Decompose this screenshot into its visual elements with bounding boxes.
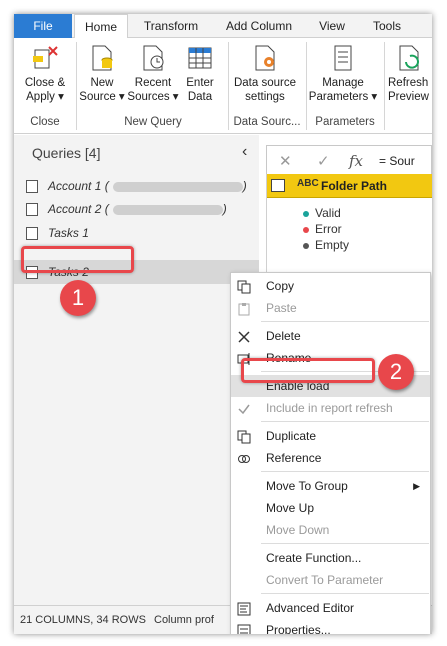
table-icon <box>26 227 38 241</box>
collapse-chevron-icon[interactable]: ‹ <box>242 143 247 161</box>
refresh-icon <box>396 44 422 72</box>
close-apply-icon <box>32 44 58 72</box>
parameters-list-icon <box>330 44 356 72</box>
settings-gear-icon <box>252 44 278 72</box>
group-close-label: Close <box>30 116 60 128</box>
menu-item-properties[interactable]: Properties... <box>231 619 430 634</box>
highlight-box-tasks-2 <box>21 246 134 273</box>
ribbon-tab-bar: File Home Transform Add Column View Tool… <box>14 14 432 39</box>
close-apply-button[interactable]: Close & Apply ▾ <box>20 44 70 104</box>
copy-icon <box>237 279 251 294</box>
column-header-folder-path[interactable]: ABC Folder Path <box>267 174 432 198</box>
queries-header: Queries [4] <box>32 145 101 161</box>
tab-view[interactable]: View <box>310 14 354 38</box>
step-badge-2: 2 <box>378 354 414 390</box>
menu-item-move-down[interactable]: Move Down <box>231 519 430 541</box>
advanced-editor-icon <box>237 601 251 616</box>
new-source-icon <box>89 44 115 72</box>
menu-item-convert-parameter[interactable]: Convert To Parameter <box>231 569 430 591</box>
query-item-account-1[interactable]: Account 1 () <box>26 175 247 197</box>
step-badge-1: 1 <box>60 280 96 316</box>
menu-item-include-refresh[interactable]: Include in report refresh <box>231 397 430 419</box>
highlight-box-enable-load <box>241 358 375 383</box>
ribbon-home: Close & Apply ▾ New Source ▾ Recent Sour… <box>14 38 432 134</box>
commit-icon[interactable]: ✓ <box>317 152 330 170</box>
profile-empty: Empty <box>303 238 349 252</box>
tab-tools[interactable]: Tools <box>364 14 410 38</box>
query-context-menu: Copy Paste Delete Rename Enable load Inc… <box>230 272 431 634</box>
menu-item-duplicate[interactable]: Duplicate <box>231 425 430 447</box>
menu-item-reference[interactable]: Reference <box>231 447 430 469</box>
cancel-icon[interactable]: ✕ <box>279 152 292 170</box>
formula-input[interactable]: = Sour <box>379 154 415 168</box>
manage-parameters-button[interactable]: Manage Parameters ▾ <box>308 44 378 104</box>
text-type-icon[interactable]: ABC <box>297 178 319 189</box>
group-parameters-label: Parameters <box>315 116 375 128</box>
properties-icon <box>237 623 251 634</box>
table-menu-icon[interactable] <box>271 179 285 192</box>
menu-item-copy[interactable]: Copy <box>231 275 430 297</box>
query-item-tasks-1[interactable]: Tasks 1 <box>26 222 89 244</box>
menu-item-move-up[interactable]: Move Up <box>231 497 430 519</box>
profile-valid: Valid <box>303 206 341 220</box>
formula-bar: ✕ ✓ fx = Sour <box>266 145 432 175</box>
new-source-button[interactable]: New Source ▾ <box>78 44 126 104</box>
menu-item-create-function[interactable]: Create Function... <box>231 547 430 569</box>
reference-link-icon <box>237 451 251 465</box>
menu-item-move-to-group[interactable]: Move To Group ▶ <box>231 475 430 497</box>
status-row-count: 21 COLUMNS, 34 ROWS <box>20 614 146 626</box>
empty-dot-icon <box>303 242 309 249</box>
power-query-window: File Home Transform Add Column View Tool… <box>14 14 432 634</box>
status-column-profiling: Column prof <box>154 614 214 626</box>
submenu-arrow-icon: ▶ <box>413 481 420 491</box>
delete-x-icon <box>237 329 251 343</box>
recent-sources-button[interactable]: Recent Sources ▾ <box>126 44 180 104</box>
recent-sources-icon <box>140 44 166 72</box>
fx-icon[interactable]: fx <box>349 152 363 170</box>
queries-pane: Queries [4] ‹ Account 1 () Account 2 () … <box>14 135 259 605</box>
redacted-text <box>112 181 243 192</box>
group-data-sources-label: Data Sourc... <box>233 116 301 128</box>
paste-icon <box>237 301 251 316</box>
group-new-query-label: New Query <box>124 116 182 128</box>
menu-item-delete[interactable]: Delete <box>231 325 430 347</box>
tab-add-column[interactable]: Add Column <box>214 14 304 38</box>
tab-file[interactable]: File <box>14 14 72 38</box>
tab-home[interactable]: Home <box>74 14 128 39</box>
query-item-account-2[interactable]: Account 2 () <box>26 198 227 220</box>
profile-error: Error <box>303 222 342 236</box>
query-list-icon <box>26 203 38 217</box>
redacted-text <box>112 204 223 215</box>
data-source-settings-button[interactable]: Data source settings <box>230 44 300 104</box>
valid-dot-icon <box>303 210 309 217</box>
query-list-icon <box>26 180 38 194</box>
menu-item-paste[interactable]: Paste <box>231 297 430 319</box>
tab-transform[interactable]: Transform <box>134 14 208 38</box>
checkmark-icon <box>237 401 251 415</box>
enter-data-button[interactable]: Enter Data <box>182 44 218 104</box>
error-dot-icon <box>303 226 309 233</box>
duplicate-icon <box>237 429 251 444</box>
refresh-preview-button[interactable]: Refresh Preview <box>388 44 432 104</box>
menu-item-advanced-editor[interactable]: Advanced Editor <box>231 597 430 619</box>
table-grid-icon <box>187 44 213 72</box>
